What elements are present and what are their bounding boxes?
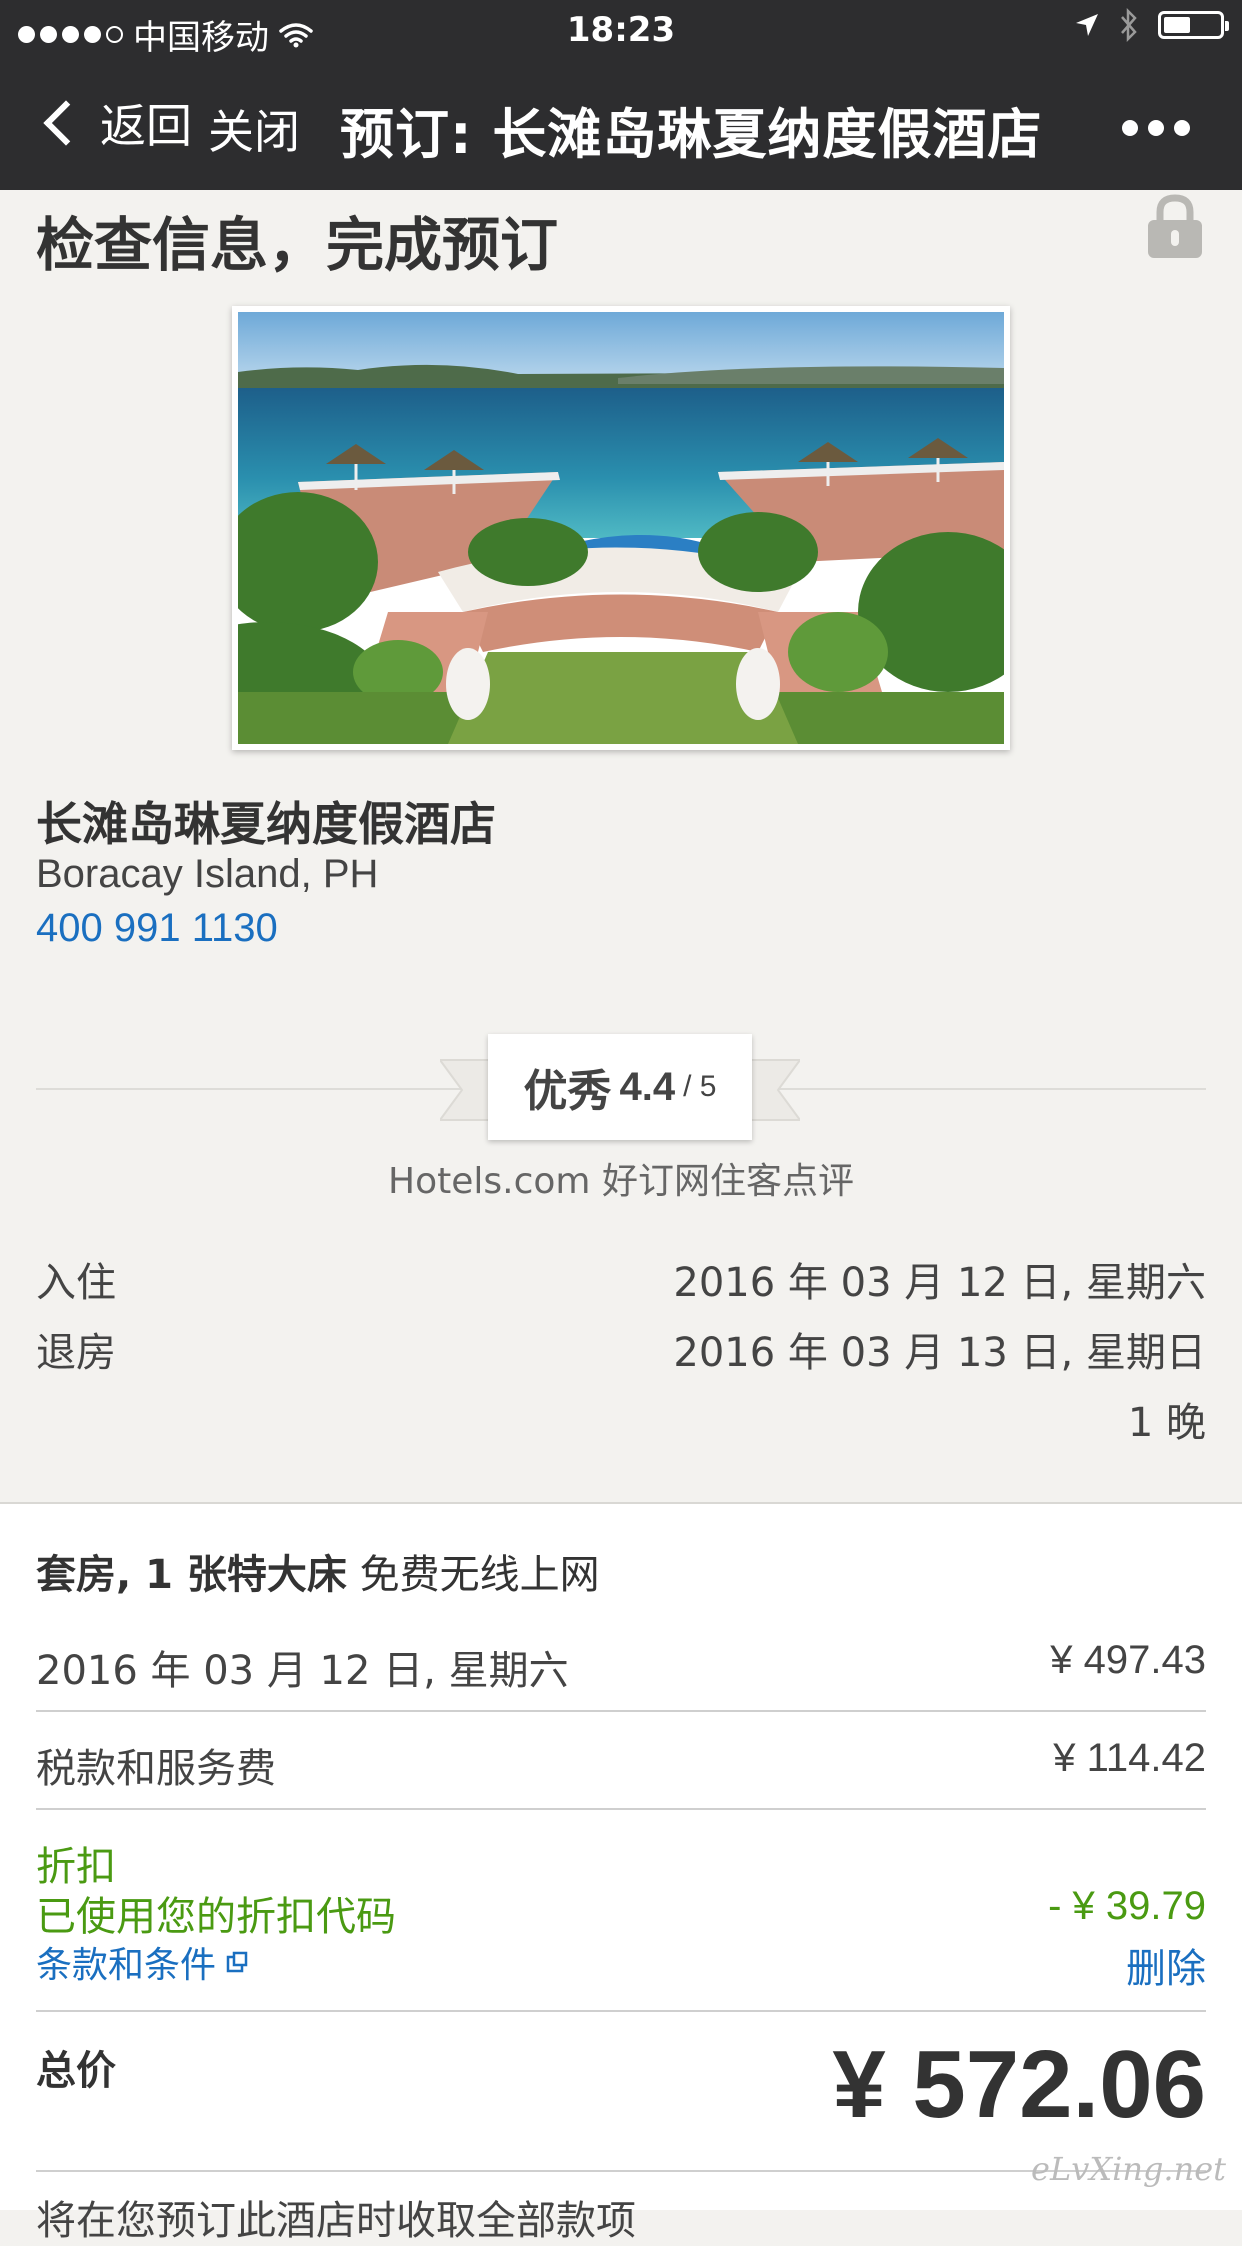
battery-icon [1158, 11, 1229, 39]
external-link-icon [226, 1951, 248, 1973]
bluetooth-icon [1121, 8, 1137, 42]
room-amenity: 免费无线上网 [359, 1552, 600, 1598]
delete-discount-button[interactable]: 删除 [1126, 1936, 1206, 1994]
total-label: 总价 [36, 2048, 116, 2094]
divider [36, 1808, 1206, 1810]
payment-note: 将在您预订此酒店时收取全部款项 [36, 2198, 636, 2244]
hotel-location: Boracay Island, PH [36, 852, 379, 896]
hotel-photo[interactable] [232, 306, 1010, 750]
nav-bar: 返回 关闭 预订: 长滩岛琳夏纳度假酒店 [0, 60, 1242, 190]
discount-code-label: 已使用您的折扣代码 [36, 1894, 396, 1940]
rating-word: 优秀 [523, 1066, 612, 1117]
section-heading: 检查信息，完成预订 [36, 211, 559, 279]
close-button[interactable]: 关闭 [208, 96, 300, 162]
location-arrow-icon [1076, 14, 1098, 36]
more-options-icon[interactable] [1122, 120, 1190, 136]
hotel-phone-link[interactable]: 400 991 1130 [36, 906, 278, 951]
checkin-value: 2016 年 03 月 12 日, 星期六 [673, 1260, 1206, 1306]
rating-max: / 5 [683, 1070, 717, 1103]
status-right [1074, 8, 1229, 42]
room-type: 套房, 1 张特大床 [36, 1552, 347, 1598]
clock: 18:23 [566, 10, 676, 50]
checkout-value: 2016 年 03 月 13 日, 星期日 [673, 1330, 1206, 1376]
checkin-label: 入住 [36, 1260, 116, 1306]
divider [36, 2010, 1206, 2012]
chevron-left-icon [43, 100, 89, 146]
page-title: 预订: 长滩岛琳夏纳度假酒店 [340, 103, 1043, 166]
tax-value: ¥ 114.42 [1053, 1736, 1206, 1780]
watermark: eLvXing.net [1031, 2150, 1226, 2188]
room-description: 套房, 1 张特大床 免费无线上网 [36, 1542, 600, 1600]
rating-source: Hotels.com 好订网住客点评 [388, 1161, 854, 1202]
checkin-row: 入住 2016 年 03 月 12 日, 星期六 [36, 1250, 1206, 1310]
tax-label: 税款和服务费 [36, 1746, 276, 1792]
back-label: 返回 [100, 99, 192, 153]
discount-value: - ¥ 39.79 [1048, 1884, 1206, 1928]
rating-badge[interactable]: 优秀 4.4 / 5 [488, 1034, 752, 1140]
terms-link[interactable]: 条款和条件 [36, 1936, 248, 1988]
lock-icon [1148, 194, 1202, 258]
night-price: ¥ 497.43 [1050, 1638, 1206, 1682]
nights-count: 1 晚 [1127, 1400, 1206, 1446]
night-date: 2016 年 03 月 12 日, 星期六 [36, 1648, 569, 1694]
back-button[interactable]: 返回 [40, 90, 192, 156]
total-value: ¥ 572.06 [832, 2031, 1206, 2138]
hotel-name: 长滩岛琳夏纳度假酒店 [36, 797, 496, 851]
checkout-label: 退房 [36, 1330, 116, 1376]
status-bar: 中国移动 18:23 [0, 0, 1242, 60]
divider [36, 1710, 1206, 1712]
price-summary-card: 套房, 1 张特大床 免费无线上网 2016 年 03 月 12 日, 星期六 … [0, 1502, 1242, 2244]
rating-score: 4.4 [619, 1064, 676, 1109]
hotel-photo-image [238, 312, 1004, 744]
terms-label: 条款和条件 [36, 1945, 217, 1986]
checkout-row: 退房 2016 年 03 月 13 日, 星期日 [36, 1320, 1206, 1380]
